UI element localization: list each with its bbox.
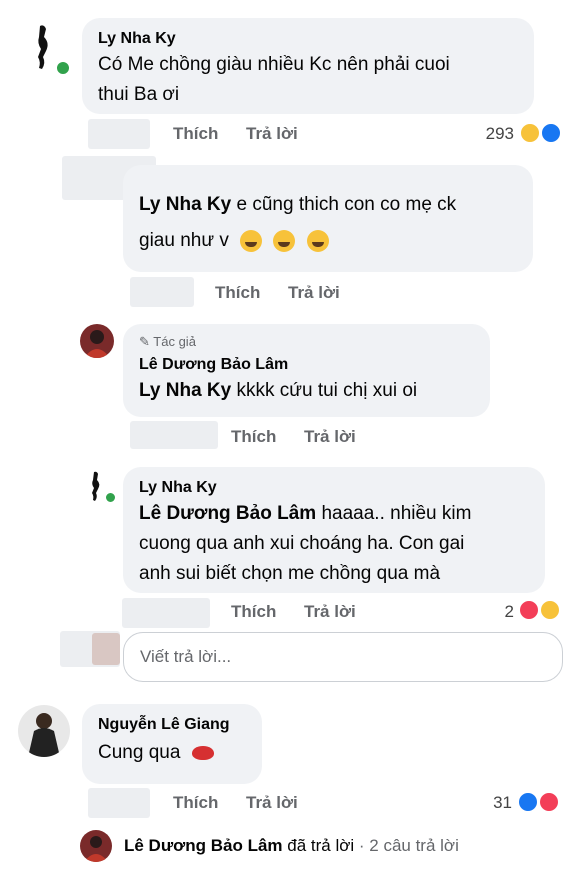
avatar-person-icon <box>84 836 108 862</box>
reaction-count[interactable]: 293 <box>470 124 514 144</box>
comment-text: Ly Nha Ky kkkk cứu tui chị xui oi <box>139 376 474 406</box>
comment-bubble: Nguyễn Lê Giang Cung qua <box>82 704 262 784</box>
comment-text: Có Me chồng giàu nhiều Kc nên phải cuoi … <box>98 50 518 110</box>
love-reaction-icon <box>518 599 540 621</box>
comment-text-line: thui Ba ơi <box>98 84 180 105</box>
comment-text: Lê Dương Bảo Lâm haaaa.. nhiều kim cuong… <box>139 499 529 589</box>
timestamp-redacted <box>88 119 150 149</box>
like-button[interactable]: Thích <box>173 793 218 813</box>
comment-text-line: Cung qua <box>98 742 181 763</box>
comment-text-line: haaaa.. nhiều kim <box>316 503 472 524</box>
laughing-emoji-icon <box>306 229 329 252</box>
avatar[interactable] <box>18 705 70 757</box>
avatar-person-icon <box>84 330 110 358</box>
reply-input-placeholder: Viết trả lời... <box>140 647 232 666</box>
reply-author: Lê Dương Bảo Lâm <box>124 836 283 855</box>
reply-button[interactable]: Trả lời <box>288 283 340 303</box>
reply-input[interactable]: Viết trả lời... <box>123 632 563 682</box>
view-replies-link[interactable]: Lê Dương Bảo Lâm đã trả lời · 2 câu trả … <box>124 836 459 856</box>
avatar[interactable] <box>80 830 112 862</box>
comment-text-line: cuong qua anh xui choáng ha. Con gai <box>139 533 465 554</box>
comment-text-line: Có Me chồng giàu nhiều Kc nên phải cuoi <box>98 54 450 75</box>
haha-reaction-icon <box>519 122 541 144</box>
reply-button[interactable]: Trả lời <box>304 602 356 622</box>
online-status-indicator <box>104 491 117 504</box>
timestamp-redacted <box>130 421 218 449</box>
laughing-emoji-icon <box>273 229 296 252</box>
reply-action: đã trả lời <box>282 836 355 855</box>
like-button[interactable]: Thích <box>173 124 218 144</box>
comment-bubble: ✎ Tác giả Lê Dương Bảo Lâm Ly Nha Ky kkk… <box>123 324 490 417</box>
reply-button[interactable]: Trả lời <box>246 124 298 144</box>
like-button[interactable]: Thích <box>231 427 276 447</box>
comment-author[interactable]: Ly Nha Ky <box>139 479 529 497</box>
timestamp-redacted <box>88 788 150 818</box>
mention-link[interactable]: Ly Nha Ky <box>139 194 231 215</box>
like-button[interactable]: Thích <box>215 283 260 303</box>
like-button[interactable]: Thích <box>231 602 276 622</box>
comment-bubble: Ly Nha Ky Lê Dương Bảo Lâm haaaa.. nhiều… <box>123 467 545 593</box>
reaction-count[interactable]: 2 <box>486 602 514 622</box>
avatar[interactable] <box>80 324 114 358</box>
mention-link[interactable]: Lê Dương Bảo Lâm <box>139 503 316 524</box>
reaction-count[interactable]: 31 <box>478 793 512 813</box>
separator: · <box>354 836 370 855</box>
timestamp-redacted <box>122 598 210 628</box>
comment-text-line: anh sui biết chọn me chồng qua mà <box>139 563 441 584</box>
avatar-redacted <box>92 633 120 665</box>
mention-link[interactable]: Ly Nha Ky <box>139 380 231 401</box>
timestamp-redacted <box>130 277 194 307</box>
like-reaction-icon <box>540 122 562 144</box>
comment-author[interactable]: Lê Dương Bảo Lâm <box>139 356 474 374</box>
comment-bubble: Ly Nha Ky Có Me chồng giàu nhiều Kc nên … <box>82 18 534 114</box>
author-badge: ✎ Tác giả <box>139 334 474 350</box>
comment-text-line: e cũng thich con co mẹ ck <box>231 194 457 215</box>
pencil-icon: ✎ <box>139 334 150 349</box>
comment-author[interactable]: Nguyễn Lê Giang <box>98 716 246 734</box>
haha-reaction-icon <box>539 599 561 621</box>
reply-count: 2 câu trả lời <box>369 836 459 855</box>
laughing-emoji-icon <box>240 229 263 252</box>
like-reaction-icon <box>517 791 539 813</box>
online-status-indicator <box>55 60 71 76</box>
comment-text-line: giau như v <box>139 230 229 251</box>
comment-bubble: Ly Nha Ky e cũng thich con co mẹ ck giau… <box>123 165 533 272</box>
author-badge-label: Tác giả <box>153 334 196 349</box>
love-reaction-icon <box>538 791 560 813</box>
comment-text-line: kkkk cứu tui chị xui oi <box>231 380 418 401</box>
reply-button[interactable]: Trả lời <box>304 427 356 447</box>
reply-button[interactable]: Trả lời <box>246 793 298 813</box>
comment-text: Ly Nha Ky e cũng thich con co mẹ ck giau… <box>139 187 517 259</box>
comment-text: Cung qua <box>98 738 246 768</box>
avatar-person-icon <box>28 713 60 757</box>
comment-author[interactable]: Ly Nha Ky <box>98 30 518 48</box>
kiss-mark-icon <box>191 745 214 760</box>
